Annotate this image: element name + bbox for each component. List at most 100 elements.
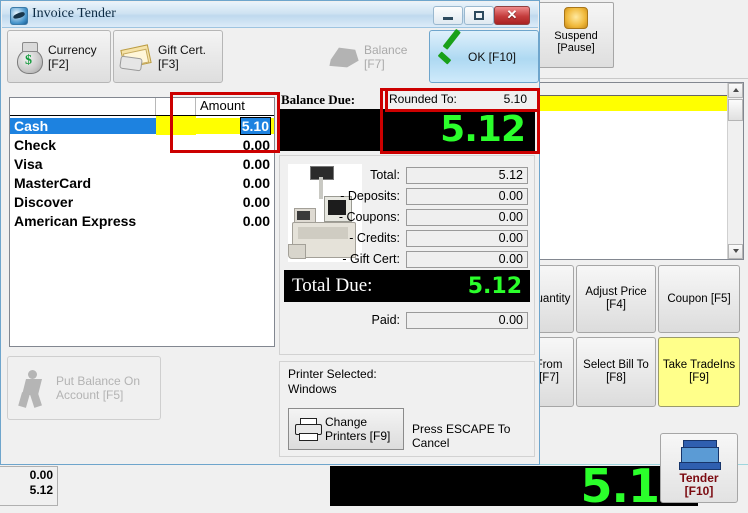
payment-amount[interactable]: 0.00 <box>196 156 274 172</box>
calc-row-total: Total: 5.12 <box>370 166 528 184</box>
payment-row-american-express[interactable]: American Express 0.00 <box>10 211 274 230</box>
fkey-coupon[interactable]: Coupon [F5] <box>658 265 740 333</box>
paid-label: Paid: <box>371 313 401 327</box>
fkey-select-bill-to[interactable]: Select Bill To [F8] <box>576 337 656 407</box>
gift-envelope-icon <box>119 43 154 71</box>
escape-note: Press ESCAPE To Cancel <box>412 422 511 450</box>
coupons-label: - Coupons: <box>338 210 400 224</box>
payment-mid-cell[interactable] <box>156 173 196 192</box>
total-label: Total: <box>370 168 400 182</box>
payment-row-mastercard[interactable]: MasterCard 0.00 <box>10 173 274 192</box>
invoice-line-items-list[interactable] <box>536 82 744 260</box>
invoice-list-header <box>537 83 727 96</box>
currency-label-line1: Currency <box>48 42 97 57</box>
total-due-display: Total Due: 5.12 <box>284 270 530 302</box>
gift-cert-value: 0.00 <box>406 250 528 268</box>
payment-amount[interactable]: 0.00 <box>196 213 274 229</box>
gift-cert-label-line1: Gift Cert. <box>158 42 207 57</box>
annotation-amount-column <box>170 92 280 153</box>
suspend-icon <box>564 7 588 29</box>
fkey-coupon-label: Coupon [F5] <box>667 292 731 305</box>
balance-label-line2: [F7] <box>364 56 385 71</box>
calc-row-paid: Paid: 0.00 <box>371 311 528 329</box>
pos-total-value: 5.12 <box>29 483 53 497</box>
payment-row-discover[interactable]: Discover 0.00 <box>10 192 274 211</box>
green-check-icon <box>436 28 466 72</box>
fkey-select-bill-to-label: Select Bill To [F8] <box>583 359 649 384</box>
payment-mid-cell[interactable] <box>156 192 196 211</box>
payment-row-visa[interactable]: Visa 0.00 <box>10 154 274 173</box>
fkey-adjust-price[interactable]: Adjust Price [F4] <box>576 265 656 333</box>
payment-name: Visa <box>14 155 43 172</box>
suspend-label-line2: [Pause] <box>557 42 595 54</box>
pos-totals-panel: eposit 0.00 Total: 5.12 <box>0 466 58 506</box>
totals-breakdown-panel: Total: 5.12 - Deposits: 0.00 - Coupons: … <box>279 155 535 355</box>
payment-name: Cash <box>10 117 156 134</box>
change-printers-label-line2: Printers [F9] <box>325 429 391 443</box>
payment-mid-cell[interactable] <box>156 154 196 173</box>
ok-button[interactable]: OK [F10] <box>429 28 539 83</box>
put-balance-on-account-button: Put Balance On Account [F5] <box>7 356 161 420</box>
dialog-title-bar[interactable]: Invoice Tender ✕ <box>2 2 538 28</box>
printer-selected-value: Windows <box>288 382 337 396</box>
dialog-title: Invoice Tender <box>32 6 116 21</box>
balance-label-line1: Balance <box>364 42 408 57</box>
invoice-tender-dialog: Invoice Tender ✕ $ Currency [F2] Gift Ce… <box>0 0 540 465</box>
calc-row-coupons: - Coupons: 0.00 <box>339 208 528 226</box>
total-value: 5.12 <box>406 166 528 184</box>
payment-name: Discover <box>14 193 74 210</box>
paid-value[interactable]: 0.00 <box>406 311 528 329</box>
close-button[interactable]: ✕ <box>494 6 530 25</box>
scroll-up-icon[interactable] <box>728 83 743 98</box>
suspend-label-line1: Suspend <box>554 30 598 42</box>
total-due-label: Total Due: <box>292 275 373 296</box>
cash-register-blue-icon <box>679 438 721 470</box>
pos-total-row: Total: 5.12 <box>0 482 57 497</box>
suspend-button[interactable]: Suspend [Pause] <box>538 2 614 68</box>
pos-total-row: eposit 0.00 <box>0 467 57 482</box>
fkey-adjust-price-label: Adjust Price [F4] <box>585 286 647 311</box>
pos-customer-display: 5.12 <box>330 463 698 509</box>
deposits-label: - Deposits: <box>340 189 400 203</box>
dialog-toolbar: $ Currency [F2] Gift Cert. [F3] Balance <box>3 28 539 83</box>
gift-cert-label: - Gift Cert: <box>342 252 400 266</box>
put-balance-label-line2: Account [F5] <box>56 388 124 402</box>
payment-amount[interactable]: 0.00 <box>196 194 274 210</box>
pos-deposit-value: 0.00 <box>29 468 53 482</box>
calc-row-gift-cert: - Gift Cert: 0.00 <box>342 250 528 268</box>
printer-panel: Printer Selected: Windows Change Printer… <box>279 361 535 457</box>
calc-row-deposits: - Deposits: 0.00 <box>340 187 528 205</box>
change-printers-button[interactable]: Change Printers [F9] <box>288 408 404 450</box>
currency-button[interactable]: $ Currency [F2] <box>7 30 111 83</box>
total-due-value: 5.12 <box>467 273 522 299</box>
fkey-take-tradeins[interactable]: Take TradeIns [F9] <box>658 337 740 407</box>
credits-value: 0.00 <box>406 229 528 247</box>
annotation-balance-display <box>380 88 540 154</box>
pos-toolbar: Suspend [Pause] Recall Suspended <box>528 0 748 79</box>
credits-label: - Credits: <box>349 231 400 245</box>
app-logo-icon <box>10 7 28 25</box>
scrollbar-thumb[interactable] <box>728 99 743 121</box>
minimize-icon <box>443 17 453 20</box>
maximize-button[interactable] <box>464 6 494 25</box>
money-bag-icon: $ <box>14 41 44 74</box>
balance-button: Balance [F7] <box>321 30 427 83</box>
payment-mid-cell[interactable] <box>180 211 196 230</box>
balance-icon <box>329 47 359 68</box>
invoice-list-selected-row[interactable] <box>537 96 727 111</box>
invoice-list-scrollbar[interactable] <box>727 83 743 259</box>
coupons-value: 0.00 <box>406 208 528 226</box>
minimize-button[interactable] <box>433 6 463 25</box>
change-printers-label-line1: Change <box>325 415 368 429</box>
maximize-icon <box>474 11 484 20</box>
gift-cert-button[interactable]: Gift Cert. [F3] <box>113 30 223 83</box>
grid-header-name <box>10 98 156 115</box>
payment-amount[interactable]: 0.00 <box>196 175 274 191</box>
payment-name: Check <box>14 136 57 153</box>
tender-button[interactable]: Tender [F10] <box>660 433 738 503</box>
payment-name: MasterCard <box>14 174 92 191</box>
scroll-down-icon[interactable] <box>728 244 743 259</box>
tender-button-label-line2: [F10] <box>684 484 714 498</box>
close-icon: ✕ <box>506 7 518 22</box>
gift-cert-label-line2: [F3] <box>158 56 179 71</box>
